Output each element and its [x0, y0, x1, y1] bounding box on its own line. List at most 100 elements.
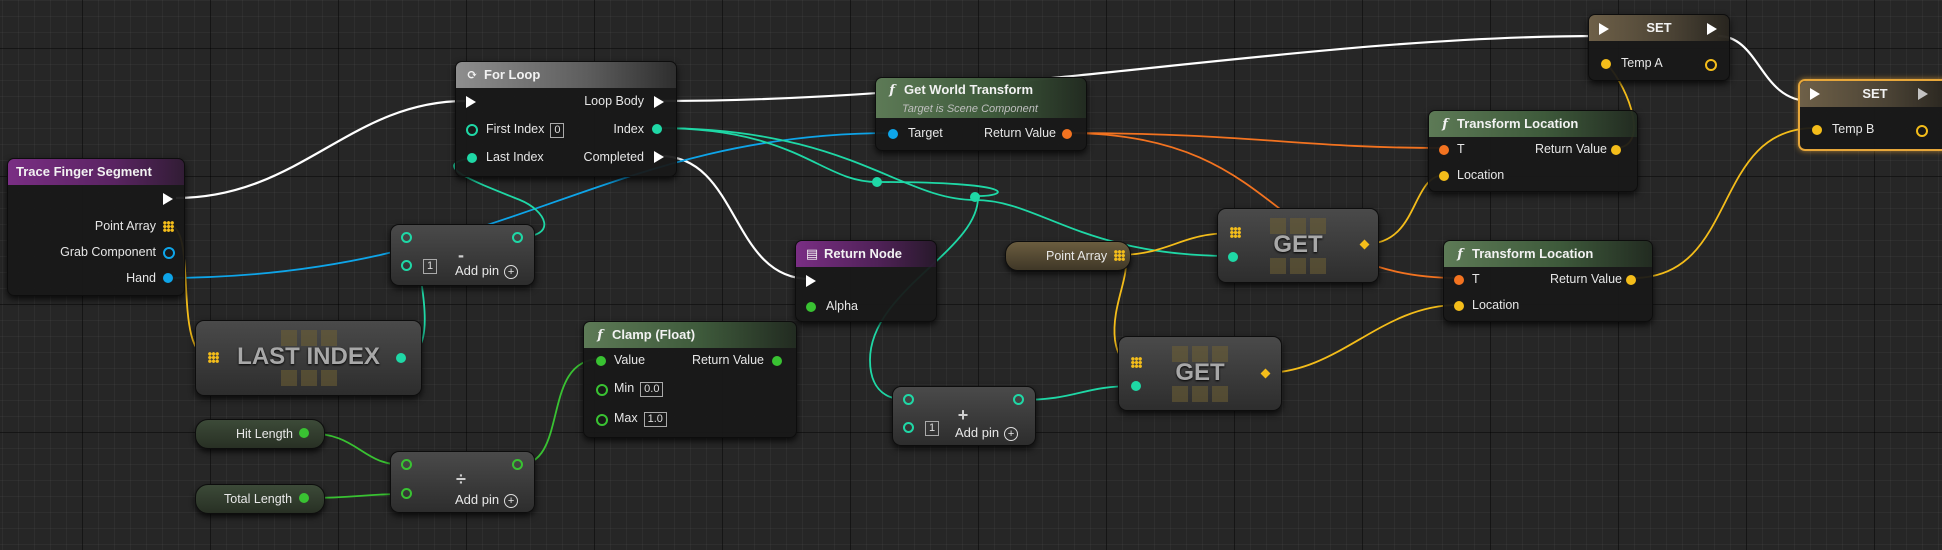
- location-pin[interactable]: [1439, 171, 1449, 181]
- subtract-node[interactable]: - 1 Add pin +: [390, 224, 535, 286]
- index-pin[interactable]: [652, 124, 662, 134]
- pin-label-last-index: Last Index: [486, 150, 544, 164]
- add-pin-label: Add pin: [455, 492, 500, 507]
- exec-out-pin-outline: [1918, 88, 1928, 100]
- add-pin-button[interactable]: Add pin +: [955, 425, 1019, 441]
- total-length-getter[interactable]: Total Length: [195, 484, 325, 514]
- pin-label-return-value: Return Value: [1534, 142, 1607, 156]
- pin-label-grab-component: Grab Component: [60, 245, 156, 259]
- get-world-transform-node[interactable]: f Get World Transform Target is Scene Com…: [875, 77, 1087, 151]
- grab-component-pin[interactable]: [163, 247, 175, 259]
- return-node[interactable]: ▤ Return Node Alpha: [795, 240, 937, 322]
- value-pin[interactable]: [596, 356, 606, 366]
- node-title: Trace Finger Segment: [8, 159, 184, 185]
- alpha-pin[interactable]: [806, 302, 816, 312]
- pin-label-return-value: Return Value: [983, 126, 1056, 140]
- b-value[interactable]: 1: [925, 421, 940, 436]
- transform-location-node-2[interactable]: f Transform Location T Return Value Locat…: [1443, 240, 1653, 322]
- exec-out-pin[interactable]: [163, 193, 173, 205]
- min-pin[interactable]: [596, 384, 608, 396]
- point-array-out-pin[interactable]: [1114, 250, 1125, 261]
- wire-exec-loopbody-getworld: [659, 34, 1601, 103]
- add-pin-button[interactable]: Add pin +: [455, 492, 519, 508]
- wire-exec-completed-return: [659, 154, 811, 281]
- hit-length-getter[interactable]: Hit Length: [195, 419, 325, 449]
- result-pin[interactable]: [512, 232, 523, 243]
- max-value[interactable]: 1.0: [643, 412, 667, 427]
- for-loop-node[interactable]: ⟳ For Loop Loop Body First Index 0 Index L…: [455, 61, 677, 177]
- exec-out-pin[interactable]: [1707, 23, 1717, 35]
- loop-body-pin[interactable]: [654, 96, 664, 108]
- temp-a-out-pin[interactable]: [1705, 59, 1717, 71]
- t-pin[interactable]: [1439, 145, 1449, 155]
- last-index-out-pin[interactable]: [396, 353, 406, 363]
- add-operator: +: [957, 405, 969, 425]
- add-node[interactable]: + 1 Add pin +: [892, 386, 1036, 446]
- completed-pin[interactable]: [654, 151, 664, 163]
- max-label: Max: [614, 411, 638, 425]
- array-get-node-1[interactable]: GET: [1217, 208, 1379, 283]
- wire-exec-seta-setb: [1717, 34, 1811, 103]
- reroute-knot-2[interactable]: [970, 192, 980, 202]
- target-pin[interactable]: [888, 129, 898, 139]
- hit-length-out-pin[interactable]: [299, 428, 309, 438]
- last-index-node[interactable]: LAST INDEX: [195, 320, 422, 396]
- b-pin[interactable]: [401, 488, 412, 499]
- function-icon: f: [1457, 247, 1463, 262]
- first-index-value[interactable]: 0: [550, 123, 565, 138]
- return-value-pin[interactable]: [1062, 129, 1072, 139]
- wire-exec-entry-forloop: [175, 99, 466, 200]
- divide-operator: ÷: [456, 469, 466, 489]
- divide-node[interactable]: ÷ Add pin +: [390, 451, 535, 513]
- pin-label-temp-b: Temp B: [1832, 122, 1875, 136]
- wire-pointarray-get1: [1116, 232, 1233, 256]
- add-pin-button[interactable]: Add pin +: [455, 263, 519, 279]
- b-pin[interactable]: [903, 422, 914, 433]
- trace-finger-segment-node[interactable]: Trace Finger Segment Point Array Grab Co…: [7, 158, 185, 296]
- node-header: ⟳ For Loop: [456, 62, 676, 88]
- exec-in-pin[interactable]: [1599, 23, 1609, 35]
- b-value[interactable]: 1: [423, 259, 438, 274]
- last-index-pin[interactable]: [467, 153, 477, 163]
- a-pin[interactable]: [401, 459, 412, 470]
- pin-label-max: Max 1.0: [614, 411, 667, 427]
- array-get-node-2[interactable]: GET: [1118, 336, 1282, 411]
- first-index-pin[interactable]: [466, 124, 478, 136]
- min-value[interactable]: 0.0: [640, 382, 664, 397]
- a-pin[interactable]: [903, 394, 914, 405]
- wire-get2-location: [1263, 304, 1459, 374]
- temp-b-in-pin[interactable]: [1812, 125, 1822, 135]
- max-pin[interactable]: [596, 414, 608, 426]
- transform-location-node-1[interactable]: f Transform Location T Return Value Locat…: [1428, 110, 1638, 192]
- add-pin-label: Add pin: [955, 425, 1000, 440]
- set-temp-a-node[interactable]: SET Temp A: [1588, 14, 1730, 81]
- first-index-label: First Index: [486, 122, 545, 136]
- total-length-out-pin[interactable]: [299, 493, 309, 503]
- temp-a-in-pin[interactable]: [1601, 59, 1611, 69]
- index-in-pin[interactable]: [1228, 252, 1238, 262]
- pin-label-index: Index: [613, 122, 644, 136]
- b-pin[interactable]: [401, 260, 412, 271]
- t-pin[interactable]: [1454, 275, 1464, 285]
- exec-in-pin[interactable]: [1810, 88, 1820, 100]
- temp-b-out-pin[interactable]: [1916, 125, 1928, 137]
- reroute-knot-1[interactable]: [872, 177, 882, 187]
- hand-pin[interactable]: [163, 273, 173, 283]
- exec-in-pin[interactable]: [466, 96, 476, 108]
- point-array-pin[interactable]: [163, 221, 174, 232]
- a-pin[interactable]: [401, 232, 412, 243]
- index-in-pin[interactable]: [1131, 381, 1141, 391]
- location-pin[interactable]: [1454, 301, 1464, 311]
- wire-transform-t1: [1065, 132, 1443, 149]
- set-temp-b-node[interactable]: SET Temp B: [1798, 79, 1942, 151]
- return-value-pin[interactable]: [772, 356, 782, 366]
- clamp-float-node[interactable]: f Clamp (Float) Value Return Value Min 0.0…: [583, 321, 797, 438]
- min-label: Min: [614, 381, 635, 395]
- point-array-getter[interactable]: Point Array: [1005, 241, 1131, 271]
- return-value-pin[interactable]: [1626, 275, 1636, 285]
- result-pin[interactable]: [1013, 394, 1024, 405]
- add-pin-label: Add pin: [455, 263, 500, 278]
- exec-in-pin[interactable]: [806, 275, 816, 287]
- return-value-pin[interactable]: [1611, 145, 1621, 155]
- result-pin[interactable]: [512, 459, 523, 470]
